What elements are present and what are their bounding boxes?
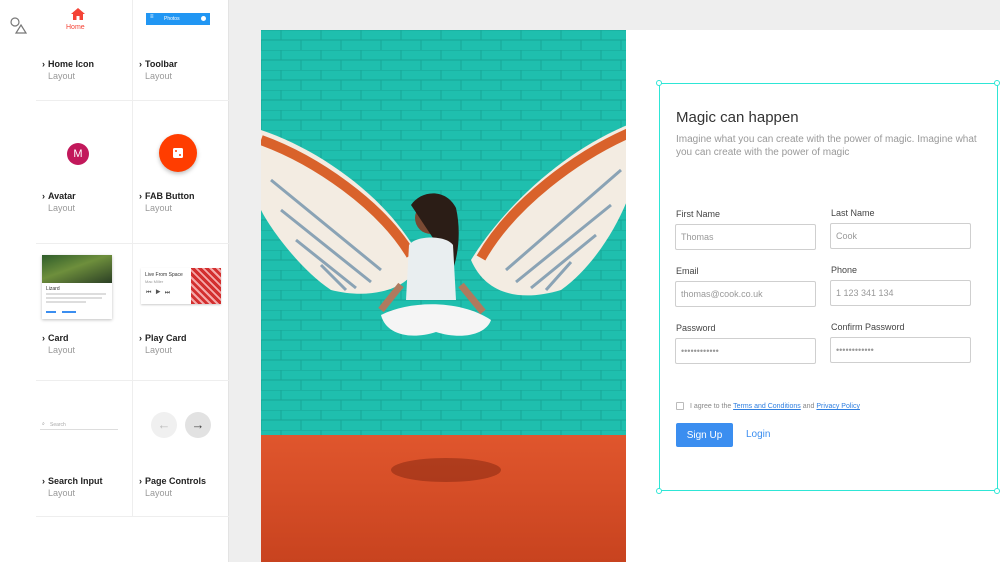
item-name: › Page Controls [139,476,207,486]
email-label: Email [676,266,699,276]
confirm-password-field[interactable]: •••••••••••• [830,337,971,363]
search-preview-placeholder: Search [50,422,66,428]
library-item-avatar[interactable]: M › Avatar Layout [36,101,132,243]
library-item-search-input[interactable]: ⌕ Search › Search Input Layout [36,381,132,516]
library-item-home-icon[interactable]: Home › Home Icon Layout [36,0,132,100]
card-text-line [46,301,86,303]
terms-agreement: I agree to the Terms and Conditions and … [676,402,860,410]
item-sub: Layout [145,71,173,81]
password-field[interactable]: •••••••••••• [675,338,816,364]
library-item-play-card[interactable]: Live From Space Mac Miller ⏮▶⏭ › Play Car… [132,244,228,380]
search-icon [201,16,206,21]
dice-icon [173,148,183,158]
item-sub: Layout [145,488,173,498]
home-icon [71,8,85,20]
first-name-field[interactable]: Thomas [675,224,816,250]
library-item-fab-button[interactable]: › FAB Button Layout [132,101,228,243]
item-name: › Toolbar [139,59,178,69]
privacy-link[interactable]: Privacy Policy [816,403,860,410]
phone-field[interactable]: 1 123 341 134 [830,280,971,306]
arrow-right-icon: → [185,412,211,438]
search-input-preview: ⌕ Search [40,420,118,430]
item-name: › Search Input [42,476,103,486]
resize-handle[interactable] [994,80,1000,86]
toolbar-preview: ≡ Photos [146,13,210,25]
signup-button[interactable]: Sign Up [676,423,733,447]
card-preview: Lizard [42,255,112,319]
item-sub: Layout [48,345,76,355]
left-rail [0,0,36,562]
album-art [191,268,221,304]
item-name: › FAB Button [139,191,195,201]
item-name: › Avatar [42,191,76,201]
card-preview-title: Lizard [46,286,60,292]
item-name: › Play Card [139,333,187,343]
library-item-page-controls[interactable]: ← → › Page Controls Layout [132,381,228,516]
avatar: M [67,143,89,165]
item-sub: Layout [48,71,76,81]
resize-handle[interactable] [656,488,662,494]
play-card-preview: Live From Space Mac Miller ⏮▶⏭ [141,268,221,304]
card-action [46,311,56,313]
library-item-toolbar[interactable]: ≡ Photos › Toolbar Layout [132,0,228,100]
shapes-icon[interactable] [9,16,27,34]
divider [36,516,229,517]
confirm-password-label: Confirm Password [831,322,905,332]
resize-handle[interactable] [994,488,1000,494]
last-name-field[interactable]: Cook [830,223,971,249]
form-title: Magic can happen [676,109,799,126]
resize-handle[interactable] [656,80,662,86]
toolbar-preview-label: Photos [164,16,180,22]
search-icon: ⌕ [42,421,45,427]
form-lead: Imagine what you can create with the pow… [676,134,977,158]
last-name-label: Last Name [831,208,875,218]
arrow-left-icon: ← [151,412,177,438]
hero-photo [261,30,626,562]
library-item-card[interactable]: Lizard › Card Layout [36,244,132,380]
play-card-sub: Mac Miller [145,279,164,284]
first-name-label: First Name [676,209,721,219]
item-sub: Layout [145,345,173,355]
terms-link[interactable]: Terms and Conditions [733,403,801,410]
item-sub: Layout [48,203,76,213]
card-text-line [46,293,106,295]
item-name: › Home Icon [42,59,95,69]
terms-checkbox[interactable] [676,402,684,410]
play-card-title: Live From Space [145,272,183,278]
phone-label: Phone [831,265,858,275]
playback-controls-icon: ⏮▶⏭ [146,290,175,296]
winged-woman-image [261,30,626,562]
item-sub: Layout [145,203,173,213]
home-preview-label: Home [66,24,85,31]
login-link[interactable]: Login [746,429,770,440]
fab-button-preview [159,134,197,172]
signup-form[interactable]: Magic can happen Imagine what you can cr… [659,83,998,491]
item-name: › Card [42,333,69,343]
item-sub: Layout [48,488,76,498]
password-label: Password [676,323,716,333]
component-library: Home › Home Icon Layout ≡ Photos › Toolbar… [36,0,229,562]
card-text-line [46,297,102,299]
menu-icon: ≡ [150,14,154,20]
card-image [42,255,112,283]
card-action [62,311,76,313]
email-field[interactable]: thomas@cook.co.uk [675,281,816,307]
